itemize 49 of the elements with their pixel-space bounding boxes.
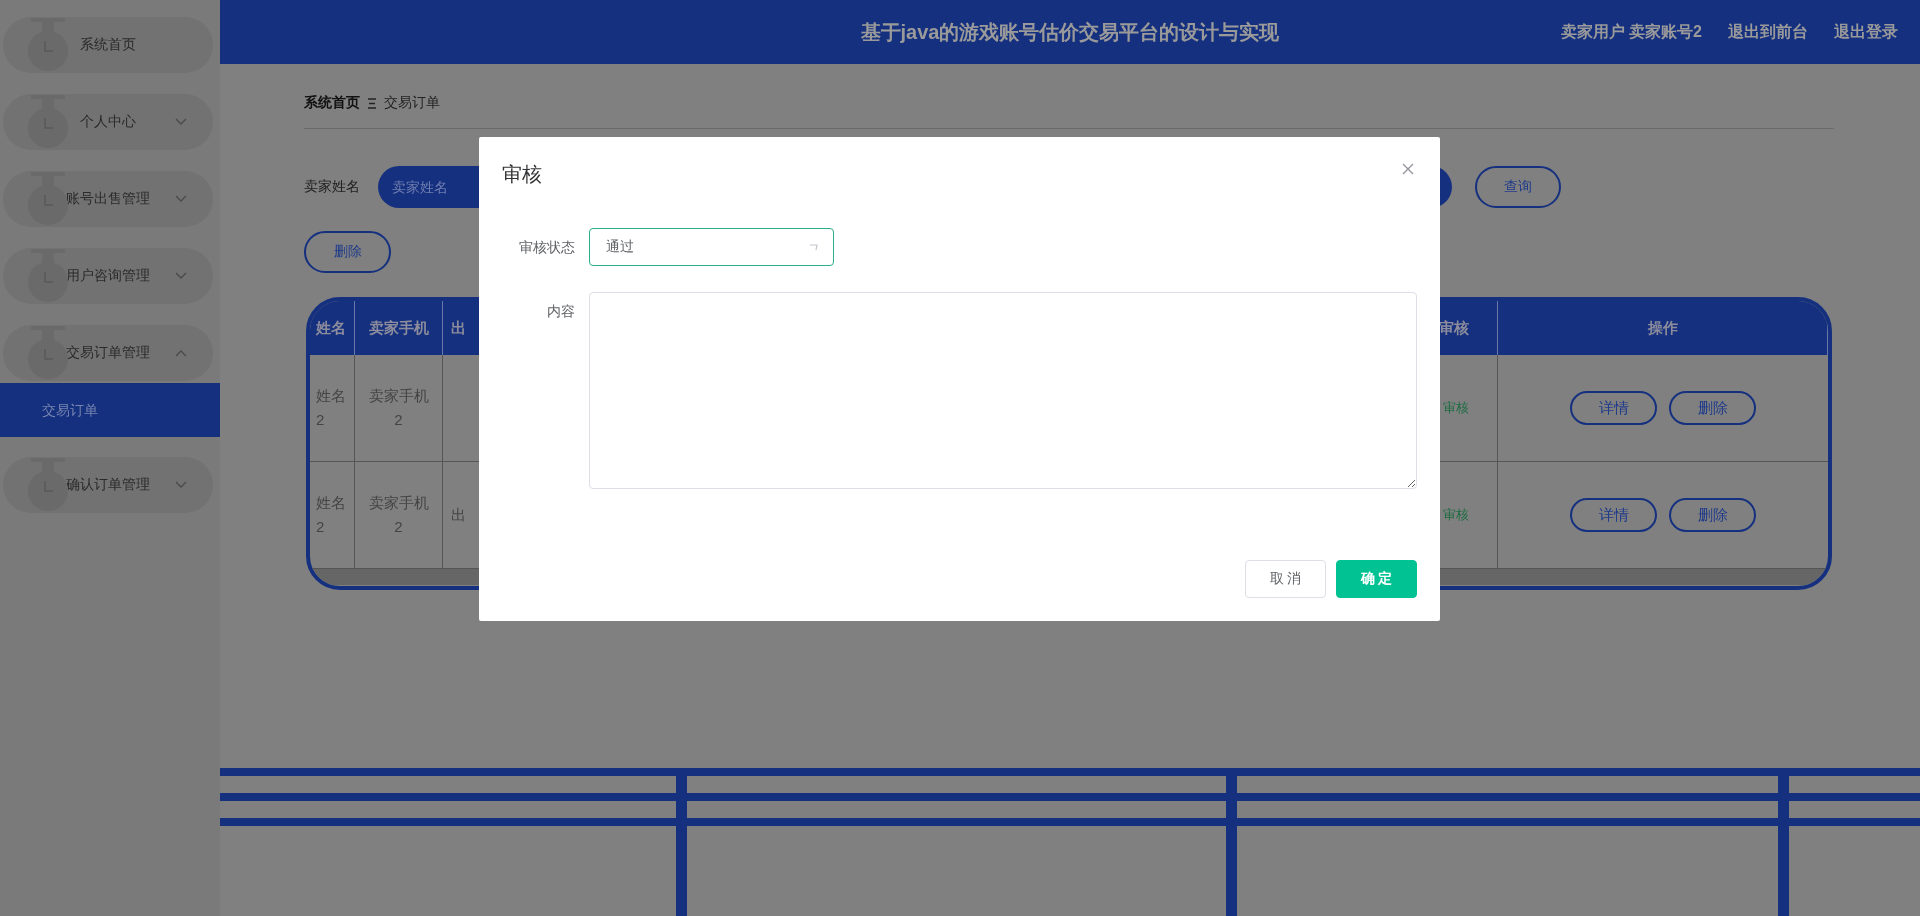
search-label: 卖家姓名 [304, 178, 361, 196]
sidebar-submenu-item[interactable]: 交易订单 [0, 383, 220, 437]
column-header: 姓名 [310, 301, 355, 355]
form-label: 内容 [546, 302, 576, 321]
image-placeholder-icon [27, 95, 69, 149]
row-action-button[interactable]: 详情 [1570, 498, 1657, 532]
cancel-button[interactable]: 取 消 [1245, 560, 1326, 598]
sidebar-menu-item[interactable]: 个人中心 [3, 94, 213, 150]
content-field[interactable] [589, 292, 1417, 489]
chevron-up-icon [175, 349, 187, 357]
status-select[interactable]: 通过 [589, 228, 834, 266]
breadcrumb-link[interactable]: 系统首页 [304, 94, 360, 112]
chevron-down-icon [175, 195, 187, 203]
column-header: 卖家手机 [355, 301, 443, 355]
column-header: 操作 [1498, 301, 1828, 355]
row-action-button[interactable]: 详情 [1570, 391, 1657, 425]
status-text: 审核 [1443, 398, 1469, 417]
table-cell-text: 姓名2 [316, 493, 347, 537]
query-button[interactable]: 查询 [1475, 166, 1561, 208]
user-label: 卖家用户 卖家账号2 [1560, 21, 1702, 42]
image-placeholder-icon [27, 18, 69, 72]
sidebar-menu-item[interactable]: 系统首页 [3, 17, 213, 73]
image-placeholder-icon [27, 172, 69, 226]
chevron-down-icon [175, 118, 187, 126]
header-link[interactable]: 退出登录 [1834, 21, 1898, 43]
table-cell-text: 卖家手机2 [367, 386, 430, 430]
close-icon[interactable] [1402, 163, 1414, 175]
row-action-button[interactable]: 删除 [1669, 391, 1756, 425]
status-text: 审核 [1443, 505, 1469, 524]
confirm-button[interactable]: 确 定 [1336, 560, 1417, 598]
table-cell-text: 卖家手机2 [367, 493, 430, 537]
header-link[interactable]: 退出到前台 [1728, 21, 1808, 43]
table-cell-text: 姓名2 [316, 386, 347, 430]
sidebar-menu-item[interactable]: 账号出售管理 [3, 171, 213, 227]
table-cell-text: 出 [451, 505, 466, 525]
page-title: 基于java的游戏账号估价交易平台的设计与实现 [860, 19, 1280, 45]
row-action-button[interactable]: 删除 [1669, 498, 1756, 532]
caret-icon [809, 243, 819, 251]
sidebar-menu-item[interactable]: 交易订单管理 [3, 325, 213, 381]
delete-button[interactable]: 删除 [304, 231, 391, 273]
chevron-down-icon [175, 272, 187, 280]
dialog-title: 审核 [502, 162, 542, 187]
sidebar-menu-item[interactable]: 用户咨询管理 [3, 248, 213, 304]
chevron-down-icon [175, 481, 187, 489]
separator-icon [368, 97, 376, 109]
image-placeholder-icon [27, 249, 69, 303]
breadcrumb-link[interactable]: 交易订单 [384, 94, 440, 112]
sidebar-menu-item[interactable]: 确认订单管理 [3, 457, 213, 513]
form-label: 审核状态 [518, 238, 576, 257]
